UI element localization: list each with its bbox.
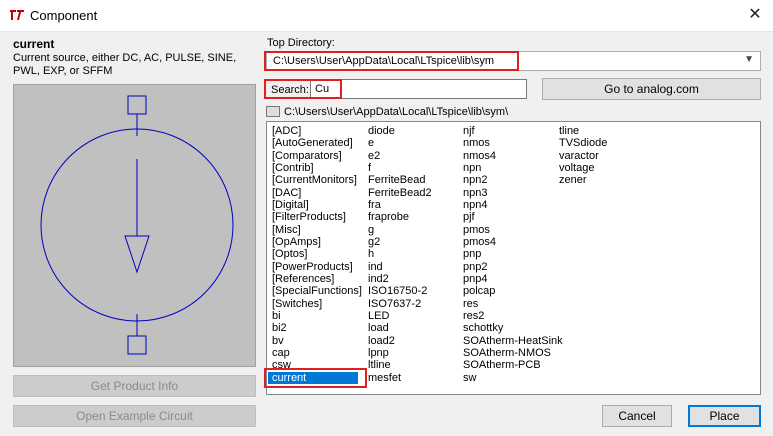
list-item[interactable]: [PowerProducts] bbox=[268, 261, 362, 273]
list-item[interactable]: current bbox=[268, 371, 358, 384]
list-item[interactable]: pmos bbox=[459, 224, 563, 236]
list-item[interactable]: pnp4 bbox=[459, 273, 563, 285]
list-item[interactable]: [Misc] bbox=[268, 224, 362, 236]
list-item[interactable]: g bbox=[364, 224, 432, 236]
component-list[interactable]: [ADC] [AutoGenerated] [Comparators] [Contri… bbox=[266, 121, 761, 395]
list-item[interactable]: njf bbox=[459, 125, 563, 137]
place-button[interactable]: Place bbox=[688, 405, 761, 427]
open-example-circuit-button[interactable]: Open Example Circuit bbox=[13, 405, 256, 427]
list-item[interactable]: mesfet bbox=[364, 372, 432, 384]
ltspice-logo-icon bbox=[8, 8, 26, 22]
list-item[interactable]: load2 bbox=[364, 335, 432, 347]
cancel-button[interactable]: Cancel bbox=[602, 405, 672, 427]
list-item[interactable]: bv bbox=[268, 335, 362, 347]
list-item[interactable]: lpnp bbox=[364, 347, 432, 359]
list-item[interactable]: [Contrib] bbox=[268, 162, 362, 174]
list-item[interactable]: g2 bbox=[364, 236, 432, 248]
list-item[interactable]: [Digital] bbox=[268, 199, 362, 211]
list-item[interactable]: res bbox=[459, 298, 563, 310]
title-bar: Component ✕ bbox=[0, 0, 773, 32]
list-item[interactable]: [DAC] bbox=[268, 187, 362, 199]
list-item[interactable]: [AutoGenerated] bbox=[268, 137, 362, 149]
list-item[interactable]: ISO7637-2 bbox=[364, 298, 432, 310]
list-column-2: diode e e2 f FerriteBead FerriteBead2 fra frapr… bbox=[364, 125, 432, 384]
list-column-4: tline TVSdiode varactor voltage zener bbox=[555, 125, 607, 187]
current-path-text: C:\Users\User\AppData\Local\LTspice\lib\… bbox=[284, 106, 509, 118]
list-item[interactable]: npn4 bbox=[459, 199, 563, 211]
list-item[interactable]: pmos4 bbox=[459, 236, 563, 248]
list-item[interactable]: [Optos] bbox=[268, 248, 362, 260]
list-item[interactable]: [Comparators] bbox=[268, 150, 362, 162]
list-item[interactable]: sw bbox=[459, 372, 563, 384]
list-item[interactable]: nmos bbox=[459, 137, 563, 149]
list-item[interactable]: [SpecialFunctions] bbox=[268, 285, 362, 297]
list-item[interactable]: e bbox=[364, 137, 432, 149]
list-item[interactable]: LED bbox=[364, 310, 432, 322]
top-directory-label: Top Directory: bbox=[267, 37, 335, 49]
list-item[interactable]: schottky bbox=[459, 322, 563, 334]
window-title: Component bbox=[30, 8, 98, 23]
list-item[interactable]: polcap bbox=[459, 285, 563, 297]
list-item[interactable]: pnp2 bbox=[459, 261, 563, 273]
list-item[interactable]: zener bbox=[555, 174, 607, 186]
component-description: Current source, either DC, AC, PULSE, SI… bbox=[13, 52, 237, 77]
list-item[interactable]: csw bbox=[268, 359, 362, 371]
list-item[interactable]: [CurrentMonitors] bbox=[268, 174, 362, 186]
get-product-info-button[interactable]: Get Product Info bbox=[13, 375, 256, 397]
list-item[interactable]: f bbox=[364, 162, 432, 174]
list-item[interactable]: [References] bbox=[268, 273, 362, 285]
list-item[interactable]: FerriteBead2 bbox=[364, 187, 432, 199]
chevron-down-icon: ▼ bbox=[744, 54, 754, 65]
list-item[interactable]: SOAtherm-NMOS bbox=[459, 347, 563, 359]
list-item[interactable]: varactor bbox=[555, 150, 607, 162]
list-item[interactable]: res2 bbox=[459, 310, 563, 322]
list-item[interactable]: [ADC] bbox=[268, 125, 362, 137]
list-item[interactable]: h bbox=[364, 248, 432, 260]
list-column-1: [ADC] [AutoGenerated] [Comparators] [Contri… bbox=[268, 125, 362, 384]
list-item[interactable]: npn bbox=[459, 162, 563, 174]
list-item[interactable]: fraprobe bbox=[364, 211, 432, 223]
list-item[interactable]: nmos4 bbox=[459, 150, 563, 162]
list-item[interactable]: ltline bbox=[364, 359, 432, 371]
list-item[interactable]: pnp bbox=[459, 248, 563, 260]
list-item[interactable]: npn2 bbox=[459, 174, 563, 186]
list-item[interactable]: voltage bbox=[555, 162, 607, 174]
list-item[interactable]: ind2 bbox=[364, 273, 432, 285]
list-item[interactable]: [OpAmps] bbox=[268, 236, 362, 248]
top-directory-value: C:\Users\User\AppData\Local\LTspice\lib\… bbox=[273, 55, 495, 67]
list-column-3: njf nmos nmos4 npn npn2 npn3 npn4 pjf pmos pmos4 p… bbox=[459, 125, 563, 384]
list-item[interactable]: pjf bbox=[459, 211, 563, 223]
search-input[interactable] bbox=[310, 79, 527, 99]
list-item[interactable]: cap bbox=[268, 347, 362, 359]
top-directory-dropdown[interactable]: C:\Users\User\AppData\Local\LTspice\lib\… bbox=[266, 51, 761, 71]
current-source-symbol bbox=[40, 95, 234, 355]
list-item[interactable]: SOAtherm-PCB bbox=[459, 359, 563, 371]
symbol-preview bbox=[13, 84, 256, 367]
list-item[interactable]: bi2 bbox=[268, 322, 362, 334]
go-to-analog-button[interactable]: Go to analog.com bbox=[542, 78, 761, 100]
close-icon[interactable]: ✕ bbox=[742, 4, 768, 26]
list-item[interactable]: ISO16750-2 bbox=[364, 285, 432, 297]
current-path: C:\Users\User\AppData\Local\LTspice\lib\… bbox=[266, 105, 509, 118]
folder-icon bbox=[266, 105, 280, 117]
component-name: current bbox=[13, 37, 55, 51]
list-item[interactable]: diode bbox=[364, 125, 432, 137]
list-item[interactable]: [FilterProducts] bbox=[268, 211, 362, 223]
list-item[interactable]: fra bbox=[364, 199, 432, 211]
search-label: Search: bbox=[271, 84, 309, 96]
list-item[interactable]: tline bbox=[555, 125, 607, 137]
list-item[interactable]: FerriteBead bbox=[364, 174, 432, 186]
list-item[interactable]: TVSdiode bbox=[555, 137, 607, 149]
list-item[interactable]: load bbox=[364, 322, 432, 334]
list-item[interactable]: SOAtherm-HeatSink bbox=[459, 335, 563, 347]
list-item[interactable]: [Switches] bbox=[268, 298, 362, 310]
list-item[interactable]: e2 bbox=[364, 150, 432, 162]
list-item[interactable]: ind bbox=[364, 261, 432, 273]
list-item[interactable]: bi bbox=[268, 310, 362, 322]
list-item[interactable]: npn3 bbox=[459, 187, 563, 199]
